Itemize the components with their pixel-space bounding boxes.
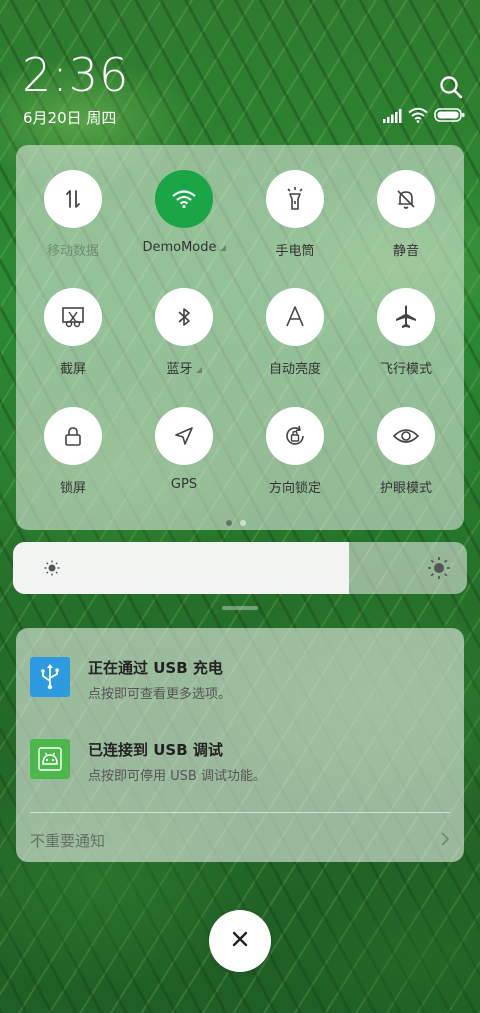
tile-label: DemoMode — [142, 240, 226, 255]
divider — [30, 812, 450, 813]
tile-mute[interactable]: 静音 — [356, 170, 456, 280]
tile-wifi[interactable]: DemoMode — [134, 170, 234, 280]
search-icon[interactable] — [438, 74, 466, 102]
eye-icon — [377, 407, 435, 465]
wifi-icon — [408, 107, 428, 127]
notification-panel: 正在通过 USB 充电 点按即可查看更多选项。 已连接到 USB 调试 点按即可… — [16, 628, 464, 862]
screenshot-icon — [44, 288, 102, 346]
tile-mobile-data[interactable]: 移动数据 — [23, 170, 123, 280]
brightness-low-icon — [43, 559, 61, 581]
drag-handle[interactable] — [222, 606, 258, 610]
lock-icon — [44, 407, 102, 465]
clear-all-button[interactable] — [209, 910, 271, 972]
airplane-icon — [377, 288, 435, 346]
tile-lock-screen[interactable]: 锁屏 — [23, 407, 123, 517]
notification-title: 正在通过 USB 充电 — [88, 659, 223, 677]
tile-auto-brightness[interactable]: 自动亮度 — [245, 288, 345, 398]
tile-label: 自动亮度 — [268, 362, 321, 377]
signal-icon — [382, 108, 402, 127]
location-arrow-icon — [155, 407, 213, 465]
android-icon — [30, 739, 70, 779]
brightness-fill — [13, 542, 349, 594]
unimportant-notifications-link[interactable]: 不重要通知 — [30, 830, 105, 851]
tile-eye-care[interactable]: 护眼模式 — [356, 407, 456, 517]
date: 6月20日 周四 — [23, 109, 117, 127]
tile-label: 移动数据 — [46, 244, 99, 259]
tile-label: 方向锁定 — [268, 481, 321, 496]
notification-text: 点按即可停用 USB 调试功能。 — [88, 769, 266, 784]
usb-icon — [30, 657, 70, 697]
clock: 2:36 — [22, 48, 130, 102]
close-icon — [230, 929, 250, 953]
chevron-right-icon[interactable] — [440, 831, 450, 851]
auto-brightness-icon — [266, 288, 324, 346]
tile-label: 截屏 — [59, 362, 86, 377]
page-dot — [240, 520, 246, 526]
notification-text: 点按即可查看更多选项。 — [88, 687, 232, 702]
rotation-lock-icon — [266, 407, 324, 465]
tile-airplane[interactable]: 飞行模式 — [356, 288, 456, 398]
bell-off-icon — [377, 170, 435, 228]
tile-label: 飞行模式 — [379, 362, 432, 377]
tile-label: GPS — [170, 477, 198, 492]
battery-icon — [434, 107, 466, 127]
wifi-icon — [155, 170, 213, 228]
notification-title: 已连接到 USB 调试 — [88, 741, 223, 759]
notification-usb-debugging[interactable]: 已连接到 USB 调试 点按即可停用 USB 调试功能。 — [30, 739, 450, 799]
tile-label: 静音 — [392, 244, 419, 259]
quick-settings-panel: 移动数据 DemoMode 手电筒 静音 截屏 蓝牙 自动亮度 飞行模式 锁屏 … — [16, 145, 464, 530]
data-transfer-icon — [44, 170, 102, 228]
bluetooth-icon — [155, 288, 213, 346]
brightness-slider[interactable] — [13, 542, 467, 594]
flashlight-icon — [266, 170, 324, 228]
tile-label: 蓝牙 — [166, 358, 202, 377]
tile-bluetooth[interactable]: 蓝牙 — [134, 288, 234, 398]
tile-label: 护眼模式 — [379, 481, 432, 496]
page-dot-active — [226, 520, 232, 526]
tile-screenshot[interactable]: 截屏 — [23, 288, 123, 398]
tile-flashlight[interactable]: 手电筒 — [245, 170, 345, 280]
page-indicator — [226, 520, 246, 526]
status-icons — [382, 107, 468, 127]
tile-rotation-lock[interactable]: 方向锁定 — [245, 407, 345, 517]
tile-label: 锁屏 — [59, 481, 86, 496]
tile-label: 手电筒 — [275, 244, 315, 259]
brightness-high-icon — [427, 556, 451, 584]
tile-gps[interactable]: GPS — [134, 407, 234, 517]
notification-usb-charging[interactable]: 正在通过 USB 充电 点按即可查看更多选项。 — [30, 657, 450, 717]
